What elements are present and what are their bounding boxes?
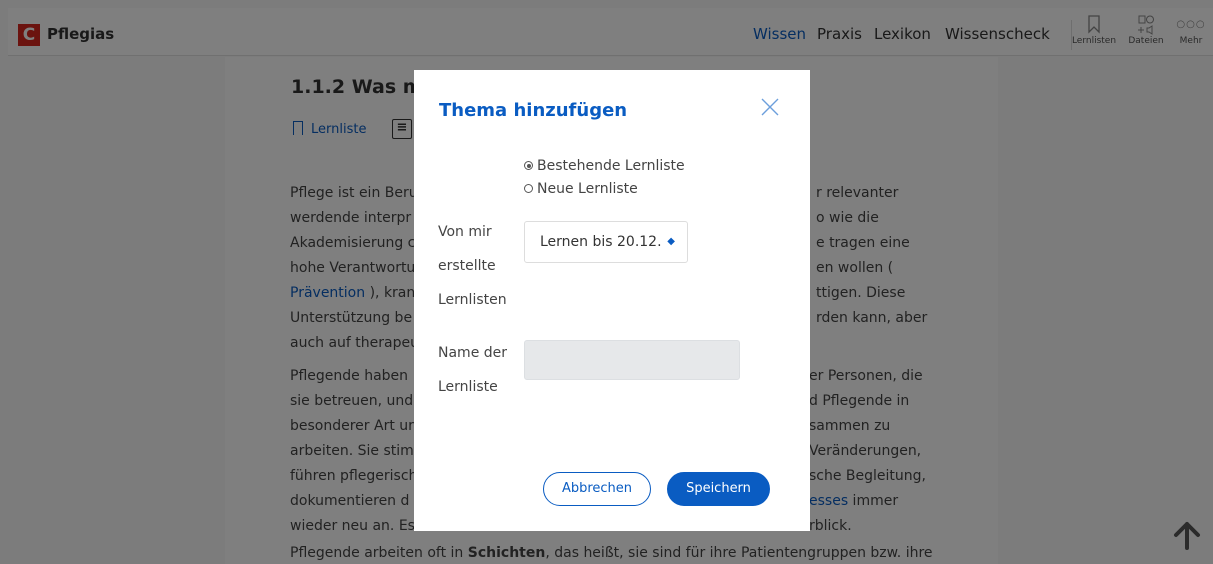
lernliste-select-value: Lernen bis 20.12. (540, 234, 662, 250)
radio-selected-icon (524, 161, 533, 170)
dialog-title: Thema hinzufügen (439, 100, 628, 121)
add-topic-dialog: Thema hinzufügen Bestehende Lernliste Ne… (414, 70, 810, 531)
created-lists-label-line: erstellte (438, 258, 496, 274)
close-icon[interactable] (759, 96, 781, 118)
list-name-label-line: Name der (438, 345, 508, 361)
list-name-input[interactable] (524, 340, 740, 380)
created-lists-label-line: Von mir (438, 224, 492, 240)
radio-new-list[interactable]: Neue Lernliste (524, 181, 638, 197)
radio-existing-list[interactable]: Bestehende Lernliste (524, 158, 685, 174)
save-button[interactable]: Speichern (667, 472, 770, 506)
created-lists-label-line: Lernlisten (438, 292, 507, 308)
radio-existing-label: Bestehende Lernliste (537, 158, 685, 174)
list-name-label-line: Lernliste (438, 379, 498, 395)
list-name-label: Name der Lernliste (438, 341, 507, 409)
radio-unselected-icon (524, 184, 533, 193)
cancel-button[interactable]: Abbrechen (543, 472, 651, 506)
scroll-to-top-icon[interactable] (1173, 520, 1201, 552)
select-caret-icon: ◆ (667, 236, 675, 247)
radio-new-label: Neue Lernliste (537, 181, 638, 197)
lernliste-select[interactable]: Lernen bis 20.12. ◆ (524, 221, 688, 263)
created-lists-label: Von mir erstellte Lernlisten (438, 220, 507, 322)
